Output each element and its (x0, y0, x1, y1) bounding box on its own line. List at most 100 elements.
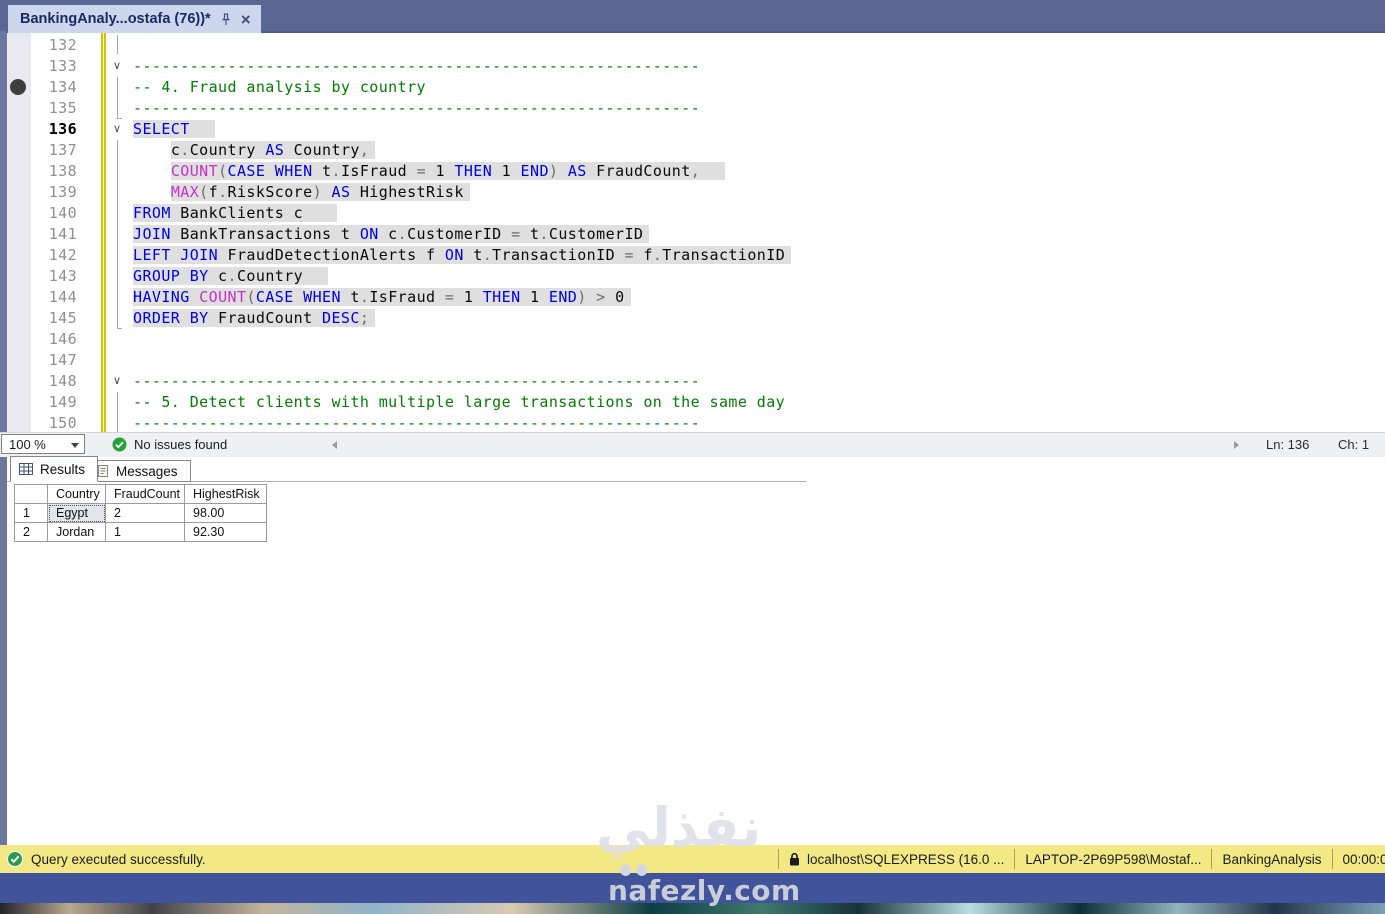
grid-column-header[interactable]: FraudCount (105, 484, 185, 504)
chevron-down-icon (71, 443, 79, 448)
code-line[interactable]: ----------------------------------------… (133, 56, 791, 77)
grid-cell[interactable]: 98.00 (184, 503, 267, 523)
code-line[interactable]: LEFT JOIN FraudDetectionAlerts f ON t.Tr… (133, 245, 792, 266)
code-line[interactable]: -- 5. Detect clients with multiple large… (133, 392, 791, 413)
success-check-icon (7, 851, 23, 867)
code-line[interactable] (133, 329, 791, 350)
fold-collapse-icon[interactable]: ∨ (108, 371, 126, 392)
code-line[interactable]: c.Country AS Country, (133, 140, 791, 161)
line-number[interactable]: 146 (31, 329, 77, 350)
code-line[interactable]: -- 4. Fraud analysis by country (133, 77, 791, 98)
code-column[interactable]: ----------------------------------------… (133, 35, 792, 432)
line-number[interactable]: 147 (31, 350, 77, 371)
background-photo-strip (0, 903, 1385, 914)
line-number[interactable]: 140 (31, 203, 77, 224)
grid-row-header[interactable]: 2 (14, 522, 48, 542)
line-number[interactable]: 135 (31, 98, 77, 119)
table-row: 2 Jordan 1 92.30 (14, 522, 267, 542)
code-line[interactable]: ----------------------------------------… (133, 371, 791, 392)
server-segment: localhost\SQLEXPRESS (16.0 ... (778, 849, 1014, 869)
breakpoint-icon[interactable] (10, 79, 26, 95)
tab-results[interactable]: Results (10, 456, 99, 482)
grid-column-header[interactable]: HighestRisk (184, 484, 267, 504)
grid-cell[interactable]: 92.30 (184, 522, 267, 542)
code-line[interactable]: SELECT (133, 119, 791, 140)
close-icon[interactable]: × (241, 11, 251, 28)
line-number[interactable]: 137 (31, 140, 77, 161)
line-number[interactable]: 136 (31, 119, 77, 140)
code-line[interactable] (133, 350, 791, 371)
code-line[interactable]: GROUP BY c.Country (133, 266, 791, 287)
line-number[interactable]: 149 (31, 392, 77, 413)
ssms-window: BankingAnaly...ostafa (76))* × 132 133 134… (0, 0, 1385, 914)
elapsed-segment: 00:00:0 (1331, 849, 1385, 869)
code-line[interactable]: ----------------------------------------… (133, 98, 791, 119)
code-line[interactable]: MAX(f.RiskScore) AS HighestRisk (133, 182, 791, 203)
grid-row-header[interactable]: 1 (14, 503, 48, 523)
grid-cell[interactable]: 2 (105, 503, 185, 523)
results-grid[interactable]: Country FraudCount HighestRisk 1 Egypt 2 98.00… (14, 484, 267, 542)
fold-collapse-icon[interactable]: ∨ (108, 56, 126, 77)
status-bar: Query executed successfully. localhost\S… (0, 845, 1385, 873)
code-editor[interactable]: 132 133 134 135 136 137 138 139 140 141 142 143 144 1… (0, 33, 1385, 432)
document-tab[interactable]: BankingAnaly...ostafa (76))* × (8, 5, 261, 33)
status-message-section: Query executed successfully. (7, 845, 206, 873)
grid-cell[interactable]: 1 (105, 522, 185, 542)
line-number[interactable]: 139 (31, 182, 77, 203)
code-line[interactable]: JOIN BankTransactions t ON c.CustomerID … (133, 224, 791, 245)
line-number[interactable]: 132 (31, 35, 77, 56)
column-indicator: Ch: 1 (1338, 437, 1370, 452)
code-line[interactable]: HAVING COUNT(CASE WHEN t.IsFraud = 1 THE… (133, 287, 791, 308)
line-number[interactable]: 142 (31, 245, 77, 266)
line-number[interactable]: 148 (31, 371, 77, 392)
user-segment: LAPTOP-2P69P598\Mostaf... (1014, 849, 1211, 869)
code-line[interactable]: ORDER BY FraudCount DESC; (133, 308, 791, 329)
tab-results-label: Results (40, 461, 86, 477)
grid-column-header[interactable] (14, 484, 48, 504)
track-changes-bar (101, 33, 106, 432)
scroll-right-arrow-icon[interactable] (1234, 441, 1239, 449)
user-name: LAPTOP-2P69P598\Mostaf... (1025, 851, 1202, 867)
results-panel: Results Messages Country FraudCount Highes… (0, 456, 1385, 845)
line-number[interactable]: 150 (31, 413, 77, 432)
database-segment: BankingAnalysis (1211, 849, 1331, 869)
grid-cell[interactable]: Jordan (47, 522, 106, 542)
fold-guide (117, 140, 118, 329)
line-number[interactable]: 144 (31, 287, 77, 308)
fold-guide (117, 328, 122, 329)
bottom-blue-band (0, 873, 1385, 903)
grid-cell[interactable]: Egypt (47, 503, 106, 523)
tab-messages[interactable]: Messages (88, 460, 191, 482)
fold-guide (117, 77, 118, 119)
code-line[interactable]: FROM BankClients c (133, 203, 791, 224)
status-message: Query executed successfully. (31, 851, 206, 867)
code-line[interactable]: ----------------------------------------… (133, 413, 791, 432)
line-number[interactable]: 133 (31, 56, 77, 77)
line-number[interactable]: 145 (31, 308, 77, 329)
check-circle-icon (112, 437, 127, 452)
document-tab-title: BankingAnaly...ostafa (76))* (20, 11, 211, 27)
editor-bottom-bar: 100 % No issues found Ln: 136 Ch: 1 (0, 432, 1385, 457)
line-number[interactable]: 134 (31, 77, 77, 98)
line-number[interactable]: 141 (31, 224, 77, 245)
editor-zoom-value: 100 % (9, 437, 46, 452)
fold-guide (117, 35, 118, 54)
line-number[interactable]: 143 (31, 266, 77, 287)
pin-icon[interactable] (220, 12, 232, 26)
line-indicator: Ln: 136 (1266, 437, 1310, 452)
fold-collapse-icon[interactable]: ∨ (108, 119, 126, 140)
document-health-indicator[interactable]: No issues found (112, 437, 227, 452)
grid-column-header[interactable]: Country (47, 484, 106, 504)
line-number[interactable]: 138 (31, 161, 77, 182)
document-tab-bar: BankingAnaly...ostafa (76))* × (0, 0, 1385, 33)
code-line[interactable] (133, 35, 791, 56)
results-grid-icon (19, 463, 33, 475)
status-info-section: localhost\SQLEXPRESS (16.0 ... LAPTOP-2P… (778, 845, 1385, 873)
tab-messages-label: Messages (116, 463, 178, 479)
editor-zoom-select[interactable]: 100 % (1, 434, 85, 454)
server-name: localhost\SQLEXPRESS (16.0 ... (807, 851, 1005, 867)
messages-icon (98, 465, 108, 477)
line-number-column[interactable]: 132 133 134 135 136 137 138 139 140 141 142 143 144 1… (31, 35, 77, 432)
scroll-left-arrow-icon[interactable] (332, 441, 337, 449)
code-line[interactable]: COUNT(CASE WHEN t.IsFraud = 1 THEN 1 END… (133, 161, 791, 182)
